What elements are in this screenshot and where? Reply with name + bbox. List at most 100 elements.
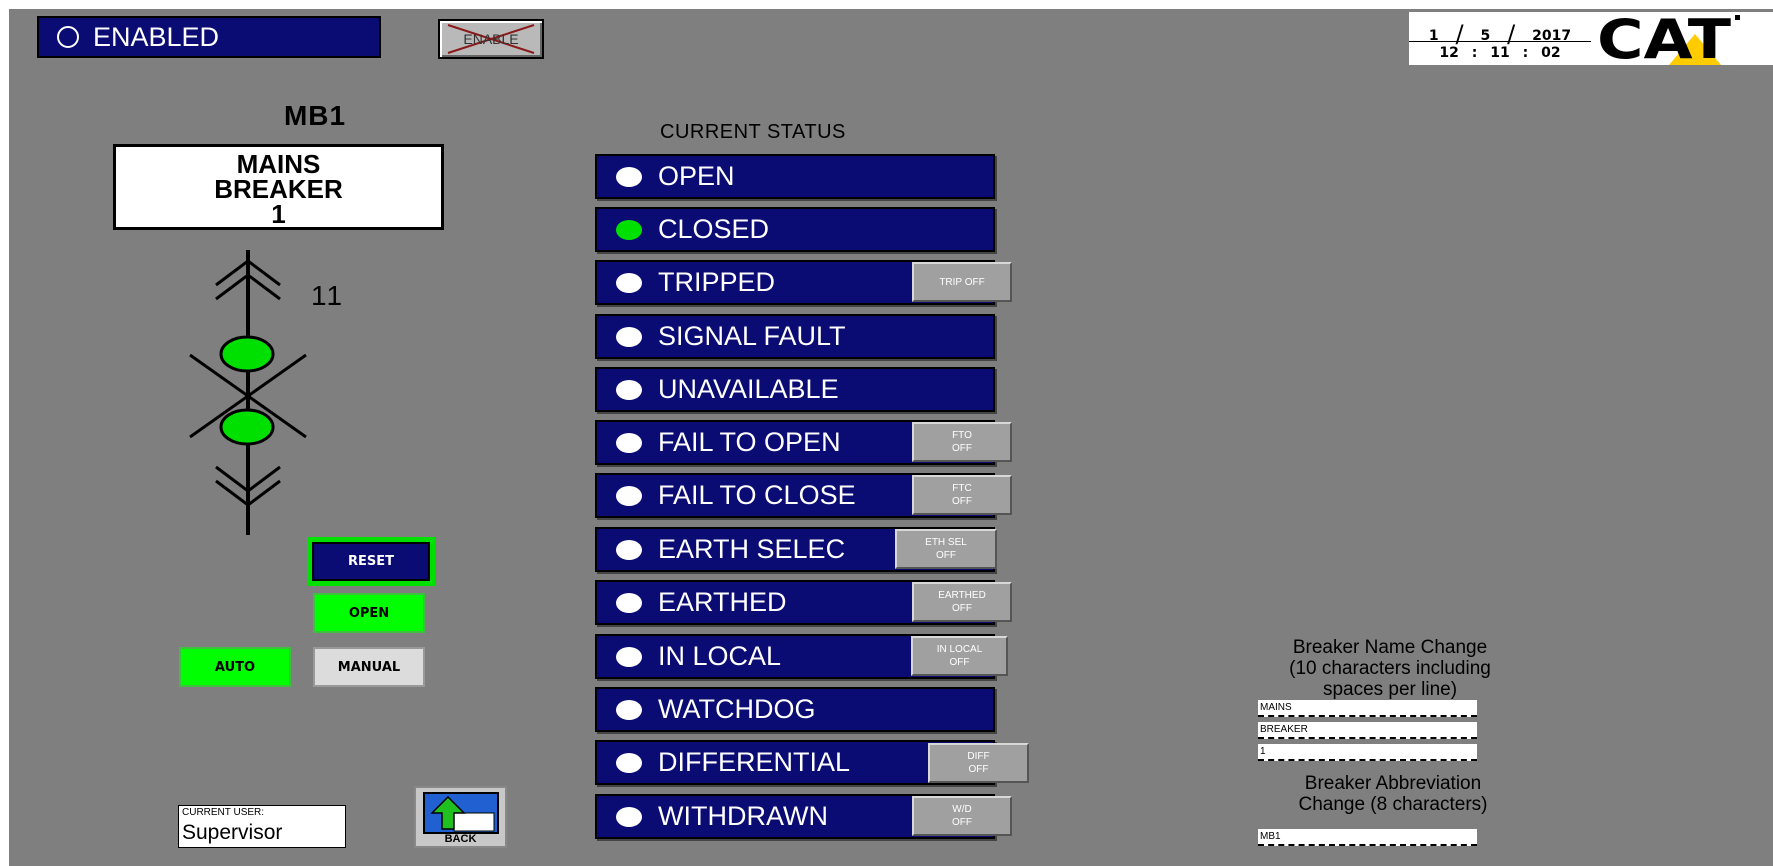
reset-button-label: RESET bbox=[312, 542, 430, 581]
trip-off-label: TRIP OFF bbox=[939, 276, 985, 288]
status-row-open: OPEN bbox=[595, 154, 995, 199]
status-led-icon bbox=[616, 699, 642, 720]
breaker-name-line-3: 1 bbox=[271, 199, 286, 229]
wd-line-2: OFF bbox=[952, 817, 972, 828]
status-label: EARTHED bbox=[658, 587, 787, 617]
abbr-change-heading-line-2: Change (8 characters) bbox=[1298, 794, 1488, 815]
open-button[interactable]: OPEN bbox=[313, 593, 425, 633]
logo-text: CAT bbox=[1597, 12, 1731, 65]
status-label: EARTH SELEC bbox=[658, 534, 846, 564]
earthed-off-button[interactable]: EARTHED OFF bbox=[912, 582, 1012, 622]
time-separator: : bbox=[1522, 45, 1529, 61]
fto-line-2: OFF bbox=[952, 443, 972, 454]
status-led-icon bbox=[616, 326, 642, 347]
trip-off-button[interactable]: TRIP OFF bbox=[912, 262, 1012, 302]
status-label: OPEN bbox=[658, 161, 735, 191]
status-heading: CURRENT STATUS bbox=[660, 121, 846, 143]
breaker-number: 11 bbox=[311, 280, 345, 311]
eth-sel-line-2: OFF bbox=[936, 550, 956, 561]
status-label: TRIPPED bbox=[658, 267, 776, 297]
eth-sel-off-button[interactable]: ETH SEL OFF bbox=[895, 529, 997, 569]
status-led-icon bbox=[616, 219, 642, 240]
name-change-heading-line-1: Breaker Name Change bbox=[1292, 637, 1488, 658]
status-label: IN LOCAL bbox=[658, 641, 782, 671]
diff-off-button[interactable]: DIFF OFF bbox=[928, 743, 1029, 783]
status-label: WATCHDOG bbox=[658, 694, 816, 724]
status-label: UNAVAILABLE bbox=[658, 374, 839, 404]
status-label: WITHDRAWN bbox=[658, 801, 828, 831]
earthed-line-2: OFF bbox=[952, 603, 972, 614]
enable-button-label: ENABLE bbox=[463, 31, 519, 47]
breaker-symbol-icon bbox=[189, 250, 307, 535]
status-label: DIFFERENTIAL bbox=[658, 747, 851, 777]
back-button-label: BACK bbox=[444, 833, 477, 845]
fto-off-button[interactable]: FTO OFF bbox=[912, 422, 1012, 462]
status-row-watchdog: WATCHDOG bbox=[595, 687, 995, 732]
status-row-signal-fault: SIGNAL FAULT bbox=[595, 314, 995, 359]
breaker-name-box: MAINS BREAKER 1 bbox=[113, 144, 444, 230]
enabled-status-icon bbox=[57, 26, 79, 48]
status-led-icon bbox=[616, 272, 642, 293]
abbr-change-heading-line-1: Breaker Abbreviation bbox=[1304, 773, 1482, 794]
status-led-icon bbox=[616, 485, 642, 506]
enable-button[interactable]: ENABLE bbox=[438, 19, 544, 59]
status-led-icon bbox=[616, 592, 642, 613]
status-label: SIGNAL FAULT bbox=[658, 321, 846, 351]
current-user-box: CURRENT USER: Supervisor bbox=[178, 805, 346, 848]
status-led-icon bbox=[616, 432, 642, 453]
back-button[interactable]: BACK bbox=[414, 786, 507, 848]
time-hour: 12 bbox=[1439, 45, 1459, 61]
status-led-icon bbox=[616, 539, 642, 560]
earthed-line-1: EARTHED bbox=[938, 590, 986, 601]
name-field-line-2[interactable]: BREAKER bbox=[1258, 722, 1477, 739]
reset-button[interactable]: RESET bbox=[307, 537, 435, 586]
time-row: 12 : 11 : 02 bbox=[1409, 45, 1591, 61]
diff-line-1: DIFF bbox=[967, 751, 990, 762]
enabled-label: ENABLED bbox=[93, 21, 220, 52]
time-second: 02 bbox=[1541, 45, 1561, 61]
name-change-heading-line-3: spaces per line) bbox=[1322, 679, 1458, 700]
in-local-line-2: OFF bbox=[949, 657, 970, 668]
manual-button[interactable]: MANUAL bbox=[313, 647, 425, 687]
cat-logo-icon: CAT bbox=[1597, 12, 1740, 65]
status-led-icon bbox=[616, 752, 642, 773]
datetime-display: 1 / 5 / 2017 12 : 11 : 02 bbox=[1409, 12, 1591, 65]
time-separator: : bbox=[1471, 45, 1478, 61]
status-row-unavailable: UNAVAILABLE bbox=[595, 367, 995, 412]
name-change-heading-line-2: (10 characters including bbox=[1289, 658, 1491, 679]
status-led-icon bbox=[616, 646, 642, 667]
name-field-line-1[interactable]: MAINS bbox=[1258, 700, 1477, 717]
date-separator: / bbox=[1507, 20, 1516, 48]
breaker-abbreviation: MB1 bbox=[283, 100, 347, 131]
datetime-divider bbox=[1409, 41, 1591, 42]
wd-line-1: W/D bbox=[952, 804, 972, 815]
in-local-off-button[interactable]: IN LOCAL OFF bbox=[911, 636, 1008, 676]
status-label: FAIL TO CLOSE bbox=[658, 480, 856, 510]
ftc-line-1: FTC bbox=[952, 483, 972, 494]
status-led-icon bbox=[616, 379, 642, 400]
time-minute: 11 bbox=[1490, 45, 1510, 61]
eth-sel-line-1: ETH SEL bbox=[925, 537, 967, 548]
diff-line-2: OFF bbox=[968, 764, 989, 775]
status-row-closed: CLOSED bbox=[595, 207, 995, 252]
in-local-line-1: IN LOCAL bbox=[936, 644, 983, 655]
status-label: FAIL TO OPEN bbox=[658, 427, 841, 457]
current-user-value: Supervisor bbox=[182, 821, 283, 844]
ftc-off-button[interactable]: FTC OFF bbox=[912, 475, 1012, 515]
enabled-indicator: ENABLED bbox=[37, 16, 381, 58]
name-change-heading: Breaker Name Change (10 characters inclu… bbox=[1240, 637, 1540, 700]
abbr-change-heading: Breaker Abbreviation Change (8 character… bbox=[1248, 773, 1538, 815]
fto-line-1: FTO bbox=[952, 430, 972, 441]
back-arrow-icon bbox=[423, 792, 499, 834]
current-user-label: CURRENT USER: bbox=[182, 807, 265, 818]
status-led-icon bbox=[616, 806, 642, 827]
name-field-line-3[interactable]: 1 bbox=[1258, 744, 1477, 761]
status-label: CLOSED bbox=[658, 214, 770, 244]
wd-off-button[interactable]: W/D OFF bbox=[912, 796, 1012, 836]
cat-logo: CAT bbox=[1591, 12, 1773, 65]
date-separator: / bbox=[1455, 20, 1464, 48]
auto-button[interactable]: AUTO bbox=[179, 647, 291, 687]
abbr-field[interactable]: MB1 bbox=[1258, 829, 1477, 846]
status-led-icon bbox=[616, 166, 642, 187]
ftc-line-2: OFF bbox=[952, 496, 972, 507]
